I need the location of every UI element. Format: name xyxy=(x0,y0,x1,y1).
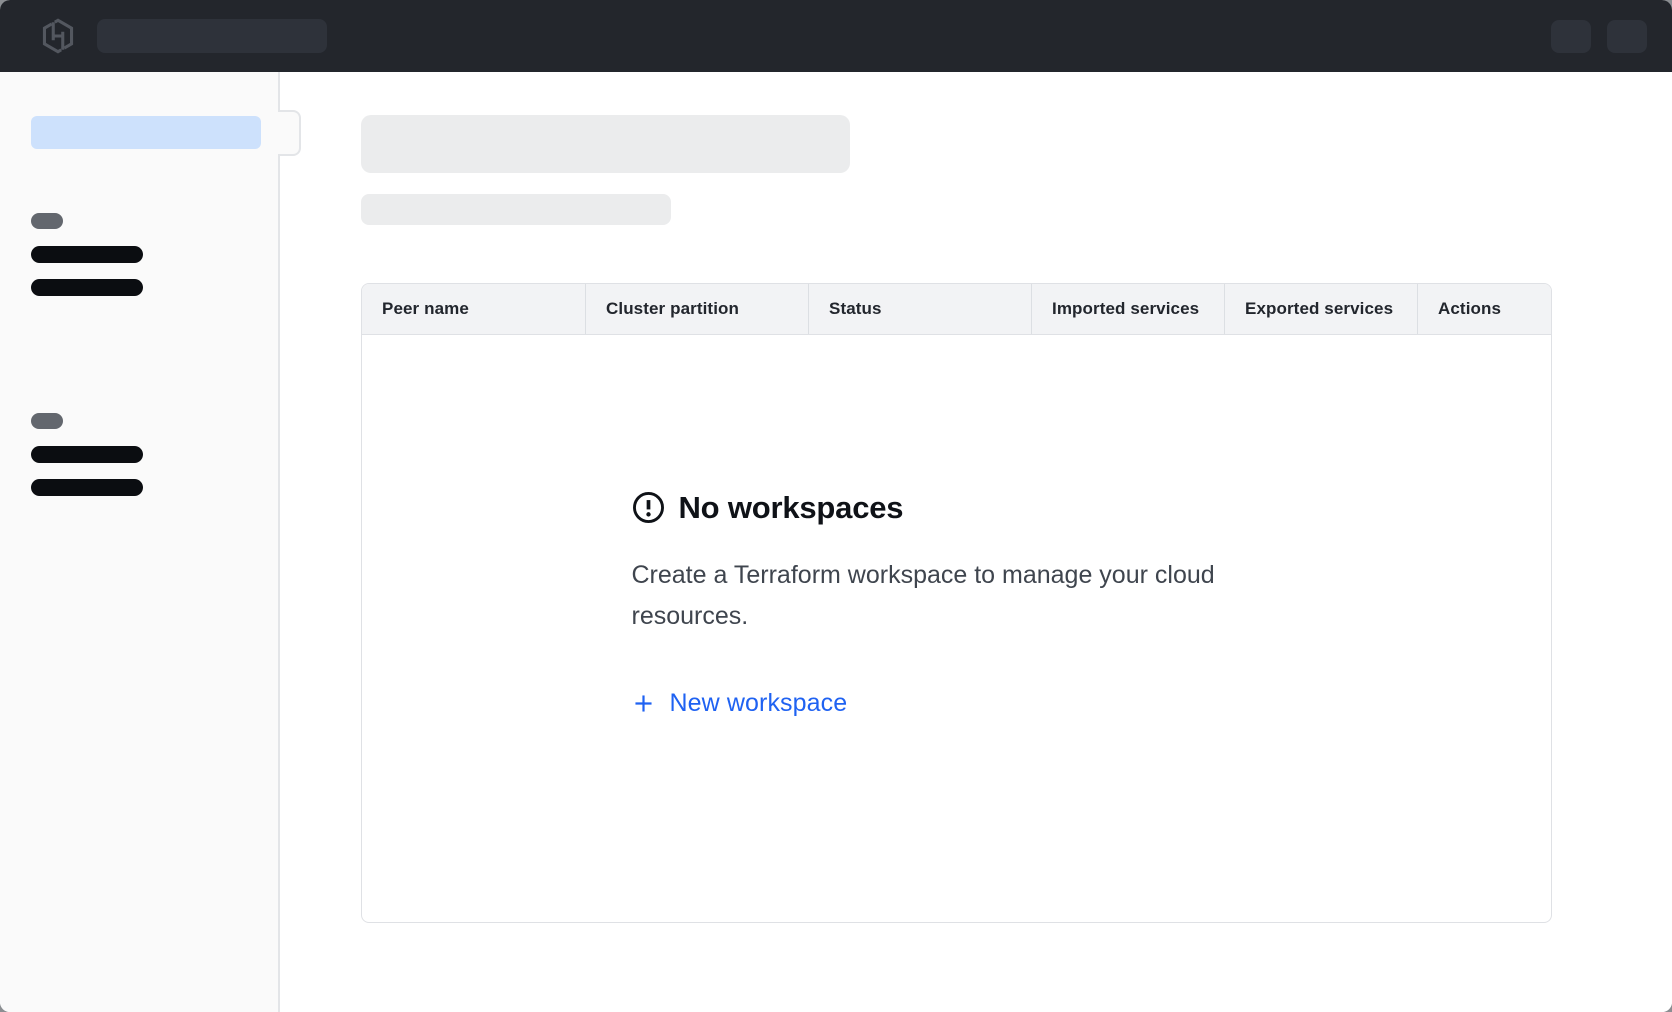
sidebar-nav-item-skeleton[interactable] xyxy=(31,446,143,463)
hashicorp-logo-icon xyxy=(39,17,77,55)
empty-state-title: No workspaces xyxy=(679,490,904,526)
sidebar xyxy=(0,72,280,1012)
topbar-button-skeleton-1[interactable] xyxy=(1551,20,1591,53)
new-workspace-label: New workspace xyxy=(670,689,848,718)
sidebar-collapse-toggle[interactable] xyxy=(278,110,301,156)
main-content: Peer name Cluster partition Status Impor… xyxy=(280,72,1672,1012)
topbar-search-skeleton[interactable] xyxy=(97,19,327,53)
sidebar-nav-item-skeleton[interactable] xyxy=(31,479,143,496)
peers-table: Peer name Cluster partition Status Impor… xyxy=(361,283,1552,923)
sidebar-nav-item-skeleton[interactable] xyxy=(31,246,143,263)
sidebar-active-item-skeleton[interactable] xyxy=(31,116,261,149)
empty-state: No workspaces Create a Terraform workspa… xyxy=(632,490,1282,720)
top-nav-bar xyxy=(0,0,1672,72)
table-body: No workspaces Create a Terraform workspa… xyxy=(362,335,1551,922)
topbar-button-skeleton-2[interactable] xyxy=(1607,20,1647,53)
column-header-peer-name: Peer name xyxy=(362,284,585,334)
column-header-imported-services: Imported services xyxy=(1031,284,1224,334)
sidebar-nav-item-skeleton[interactable] xyxy=(31,279,143,296)
sidebar-section-label-skeleton xyxy=(31,213,63,229)
column-header-cluster-partition: Cluster partition xyxy=(585,284,808,334)
empty-state-description: Create a Terraform workspace to manage y… xyxy=(632,555,1232,637)
alert-circle-icon xyxy=(632,491,665,524)
column-header-actions: Actions xyxy=(1417,284,1551,334)
column-header-status: Status xyxy=(808,284,1031,334)
sidebar-section-label-skeleton xyxy=(31,413,63,429)
column-header-exported-services: Exported services xyxy=(1224,284,1417,334)
new-workspace-button[interactable]: New workspace xyxy=(632,689,848,718)
app-window: Peer name Cluster partition Status Impor… xyxy=(0,0,1672,1012)
plus-icon xyxy=(632,692,655,715)
page-title-skeleton xyxy=(361,115,850,173)
page-subtitle-skeleton xyxy=(361,194,671,225)
table-header-row: Peer name Cluster partition Status Impor… xyxy=(362,284,1551,335)
